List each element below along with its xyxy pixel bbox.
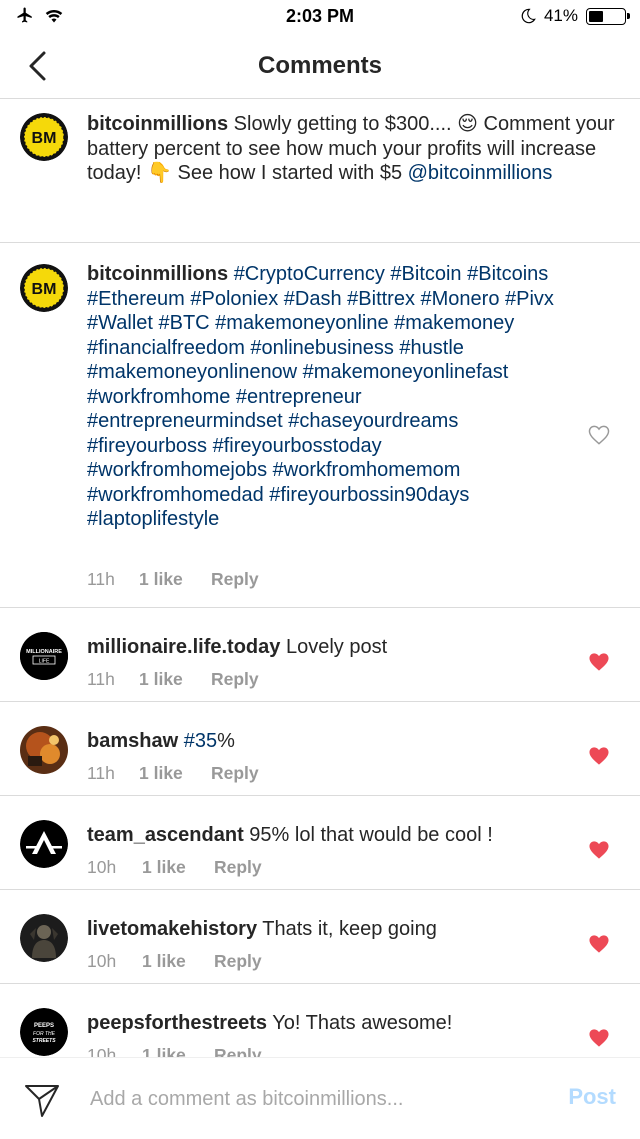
comment-body: 95% lol that would be cool !	[243, 824, 493, 846]
comment-username[interactable]: bamshaw	[87, 730, 178, 752]
comment-meta: 10h 1 like Reply	[87, 1045, 262, 1057]
status-right: 41%	[520, 6, 630, 26]
bm-logo-icon: BM	[20, 264, 68, 312]
comment-text: livetomakehistory Thats it, keep going	[87, 917, 562, 942]
comment-username[interactable]: team_ascendant	[87, 824, 244, 846]
comment-item: bamshaw #35% 11h 1 like Reply	[0, 702, 640, 796]
comment-username[interactable]: livetomakehistory	[87, 918, 257, 940]
heart-outline-icon[interactable]	[588, 425, 610, 445]
avatar[interactable]: MILLIONAIRE LIFE	[20, 632, 68, 680]
millionaire-life-logo: MILLIONAIRE LIFE	[20, 632, 68, 680]
svg-text:PEEPS: PEEPS	[34, 1023, 54, 1029]
comment-meta: 11h 1 like Reply	[87, 763, 259, 784]
comment-meta: 10h 1 like Reply	[87, 951, 262, 972]
bm-logo-icon: BM	[20, 113, 68, 161]
avatar[interactable]: PEEPS FOR THE STREETS	[20, 1008, 68, 1056]
comment-meta: 11h 1 like Reply	[87, 669, 259, 690]
heart-filled-icon[interactable]	[588, 746, 610, 766]
comment-username[interactable]: bitcoinmillions	[87, 263, 228, 285]
comment-time: 11h	[87, 763, 115, 783]
avatar[interactable]: BM	[20, 113, 68, 161]
comment-likes[interactable]: 1 like	[142, 951, 214, 972]
comment-item: PEEPS FOR THE STREETS peepsforthestreets…	[0, 984, 640, 1057]
caption-username[interactable]: bitcoinmillions	[87, 113, 228, 135]
comment-username[interactable]: millionaire.life.today	[87, 636, 280, 658]
page-title: Comments	[257, 52, 383, 79]
reply-button[interactable]: Reply	[214, 951, 262, 972]
reply-button[interactable]: Reply	[211, 669, 259, 690]
comment-item: BM bitcoinmillions #CryptoCurrency #Bitc…	[0, 243, 640, 608]
comment-likes[interactable]: 1 like	[139, 569, 211, 590]
comment-item: team_ascendant 95% lol that would be coo…	[0, 796, 640, 890]
heart-filled-icon[interactable]	[588, 840, 610, 860]
svg-text:BM: BM	[32, 281, 57, 298]
reply-button[interactable]: Reply	[211, 569, 259, 590]
comment-item: MILLIONAIRE LIFE millionaire.life.today …	[0, 608, 640, 702]
heart-filled-icon[interactable]	[588, 652, 610, 672]
avatar[interactable]: BM	[20, 264, 68, 312]
livetomakehistory-avatar-photo	[20, 914, 68, 962]
comment-item: livetomakehistory Thats it, keep going 1…	[0, 890, 640, 984]
reply-button[interactable]: Reply	[214, 857, 262, 878]
avatar[interactable]	[20, 820, 68, 868]
comment-text: bamshaw #35%	[87, 729, 562, 754]
comment-text: peepsforthestreets Yo! Thats awesome!	[87, 1011, 562, 1036]
battery-percent: 41%	[543, 6, 578, 25]
avatar[interactable]	[20, 726, 68, 774]
comment-meta: 10h 1 like Reply	[87, 857, 262, 878]
comment-likes[interactable]: 1 like	[139, 763, 211, 784]
heart-filled-icon[interactable]	[588, 934, 610, 954]
svg-text:LIFE: LIFE	[39, 659, 50, 665]
comment-body-suffix: %	[217, 730, 235, 752]
comment-text: millionaire.life.today Lovely post	[87, 635, 562, 660]
status-bar: 2:03 PM 41%	[0, 0, 640, 34]
peepsforthestreets-logo: PEEPS FOR THE STREETS	[20, 1008, 68, 1056]
comment-text: team_ascendant 95% lol that would be coo…	[87, 823, 562, 848]
avatar[interactable]	[20, 914, 68, 962]
comment-hashtags[interactable]: #CryptoCurrency #Bitcoin #Bitcoins #Ethe…	[87, 263, 554, 530]
comment-time: 11h	[87, 669, 115, 689]
comments-list[interactable]: BM bitcoinmillions Slowly getting to $30…	[0, 99, 640, 1057]
comment-text: bitcoinmillions #CryptoCurrency #Bitcoin…	[87, 262, 562, 532]
comment-likes[interactable]: 1 like	[139, 669, 211, 690]
svg-text:MILLIONAIRE: MILLIONAIRE	[26, 649, 62, 655]
svg-text:STREETS: STREETS	[32, 1038, 56, 1044]
comment-likes[interactable]: 1 like	[142, 857, 214, 878]
comment-input[interactable]	[88, 1080, 542, 1118]
paper-plane-icon[interactable]	[22, 1080, 62, 1120]
battery-icon	[586, 7, 630, 25]
comment-hashtag[interactable]: #35	[184, 730, 217, 752]
svg-text:BM: BM	[32, 130, 57, 147]
comment-username[interactable]: peepsforthestreets	[87, 1012, 267, 1034]
comment-likes[interactable]: 1 like	[142, 1045, 214, 1057]
comment-time: 10h	[87, 951, 117, 971]
comment-composer: Post	[0, 1057, 640, 1139]
moon-icon	[521, 8, 536, 24]
svg-text:FOR THE: FOR THE	[33, 1031, 56, 1037]
comment-time: 11h	[87, 569, 115, 589]
team-ascendant-logo	[20, 820, 68, 868]
battery-fill	[589, 10, 603, 22]
caption-mention[interactable]: @bitcoinmillions	[408, 162, 553, 184]
nav-bar: Comments	[0, 34, 640, 99]
reply-button[interactable]: Reply	[214, 1045, 262, 1057]
caption-item: BM bitcoinmillions Slowly getting to $30…	[0, 99, 640, 243]
comment-time: 10h	[87, 857, 117, 877]
comment-body: Lovely post	[280, 636, 388, 658]
heart-filled-icon[interactable]	[588, 1028, 610, 1048]
comment-body: Yo! Thats awesome!	[267, 1012, 453, 1034]
comment-body: Thats it, keep going	[257, 918, 437, 940]
comment-time: 10h	[87, 1045, 117, 1057]
post-button[interactable]: Post	[568, 1084, 616, 1110]
comment-meta: 11h 1 like Reply	[87, 569, 259, 590]
reply-button[interactable]: Reply	[211, 763, 259, 784]
bamshaw-avatar-photo	[20, 726, 68, 774]
caption-text: bitcoinmillions Slowly getting to $300..…	[87, 112, 617, 186]
